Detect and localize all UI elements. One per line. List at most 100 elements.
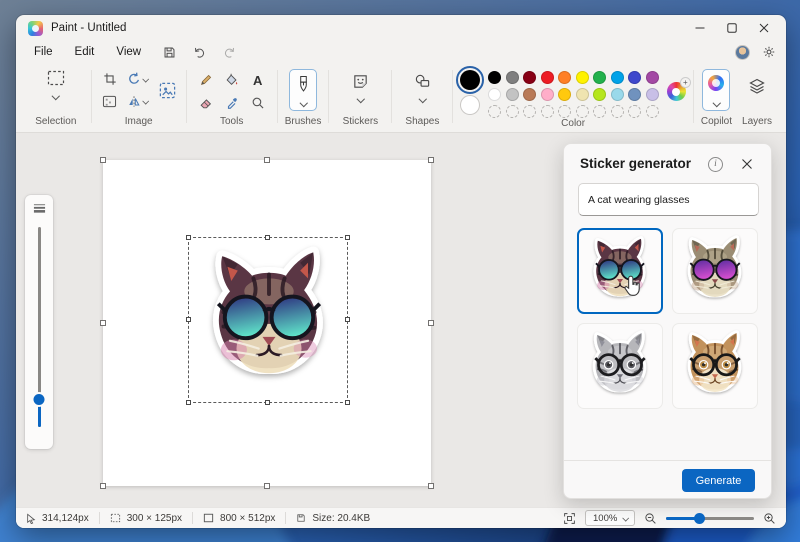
custom-color-slot[interactable] [506,105,519,118]
sticker-thumbnail-4[interactable] [672,323,758,409]
titlebar: Paint - Untitled [16,15,786,41]
custom-color-slot[interactable] [488,105,501,118]
zoom-slider[interactable] [666,512,754,524]
custom-color-slot[interactable] [611,105,624,118]
background-color-swatch[interactable] [460,95,480,115]
zoom-level-dropdown[interactable]: 100% [585,510,635,526]
pencil-button[interactable] [195,70,217,90]
info-icon[interactable]: i [708,157,723,172]
fit-screen-button[interactable] [563,512,576,525]
custom-color-slot[interactable] [541,105,554,118]
canvas-resize-handle[interactable] [100,320,106,326]
canvas-resize-handle[interactable] [428,157,434,163]
brushes-dropdown-chevron-icon[interactable] [299,100,308,107]
menu-view[interactable]: View [106,44,151,60]
stickers-button[interactable] [352,69,369,103]
selection-dropdown-chevron-icon[interactable] [51,93,60,100]
color-swatch[interactable] [593,71,606,84]
canvas-resize-handle[interactable] [264,157,270,163]
panel-close-button[interactable] [739,156,755,172]
undo-button[interactable] [187,43,211,61]
menu-edit[interactable]: Edit [65,44,105,60]
color-swatch[interactable] [523,71,536,84]
drawing-canvas[interactable] [103,160,431,486]
color-swatch[interactable] [646,71,659,84]
color-swatch[interactable] [611,71,624,84]
menu-file[interactable]: File [24,44,63,60]
generate-button[interactable]: Generate [682,469,755,492]
account-avatar[interactable] [735,45,750,60]
sticker-selection-box[interactable] [188,237,348,403]
stickers-dropdown-chevron-icon[interactable] [356,96,365,103]
foreground-color-swatch[interactable] [460,70,480,90]
sticker-thumbnail-1[interactable] [577,228,663,314]
sticker-thumbnail-2[interactable] [672,228,758,314]
flip-dropdown-chevron-icon[interactable] [142,98,149,104]
brush-size-slider-thumb[interactable] [34,394,45,405]
flip-button[interactable] [124,91,154,111]
crop-button[interactable] [99,69,121,89]
color-swatch[interactable] [628,88,641,101]
redo-button[interactable] [217,43,241,61]
color-swatch[interactable] [628,71,641,84]
color-swatch[interactable] [576,71,589,84]
canvas-resize-handle[interactable] [100,157,106,163]
group-divider [693,70,694,123]
resize-button[interactable] [157,73,179,107]
zoom-out-button[interactable] [644,512,657,525]
color-swatch[interactable] [488,71,501,84]
canvas-resize-handle[interactable] [264,483,270,489]
remove-background-button[interactable] [99,91,121,111]
prompt-input[interactable] [578,183,759,216]
brush-size-slider[interactable] [38,227,41,427]
palette-row-1 [488,71,659,84]
save-button[interactable] [157,43,181,61]
brushes-button[interactable] [289,69,317,111]
canvas-cat-sticker[interactable] [191,238,347,402]
layers-icon[interactable] [748,77,766,95]
color-swatch[interactable] [593,88,606,101]
magnifier-button[interactable] [247,93,269,113]
maximize-button[interactable] [716,16,748,40]
cursor-position-field: 314,124px [24,513,99,524]
edit-colors-button[interactable]: + [667,82,686,101]
color-swatch[interactable] [558,71,571,84]
color-swatch[interactable] [611,88,624,101]
selection-tool-group[interactable]: Selection [28,63,84,132]
canvas-resize-handle[interactable] [428,320,434,326]
fill-bucket-button[interactable] [221,70,243,90]
close-button[interactable] [748,16,780,40]
minimize-button[interactable] [684,16,716,40]
shapes-button[interactable] [414,69,431,103]
custom-color-slot[interactable] [558,105,571,118]
group-divider [452,70,453,123]
custom-color-slot[interactable] [628,105,641,118]
eraser-button[interactable] [195,93,217,113]
custom-color-slot[interactable] [593,105,606,118]
color-swatch[interactable] [576,88,589,101]
text-tool-button[interactable]: A [247,70,269,90]
settings-gear-icon[interactable] [762,45,776,59]
color-swatch[interactable] [488,88,501,101]
copilot-dropdown-chevron-icon[interactable] [712,100,721,107]
shapes-dropdown-chevron-icon[interactable] [418,96,427,103]
custom-color-slot[interactable] [646,105,659,118]
eyedropper-button[interactable] [221,93,243,113]
copilot-button[interactable] [702,69,730,111]
color-swatch[interactable] [506,88,519,101]
sticker-thumbnail-3[interactable] [577,323,663,409]
canvas-resize-handle[interactable] [428,483,434,489]
rotate-button[interactable] [124,69,154,89]
custom-color-slot[interactable] [523,105,536,118]
color-swatch[interactable] [646,88,659,101]
rotate-dropdown-chevron-icon[interactable] [142,76,149,82]
color-swatch[interactable] [523,88,536,101]
custom-color-slot[interactable] [576,105,589,118]
color-swatch[interactable] [506,71,519,84]
canvas-resize-handle[interactable] [100,483,106,489]
color-swatch[interactable] [541,88,554,101]
zoom-in-button[interactable] [763,512,776,525]
color-swatch[interactable] [541,71,554,84]
zoom-slider-thumb[interactable] [694,513,705,524]
color-swatch[interactable] [558,88,571,101]
